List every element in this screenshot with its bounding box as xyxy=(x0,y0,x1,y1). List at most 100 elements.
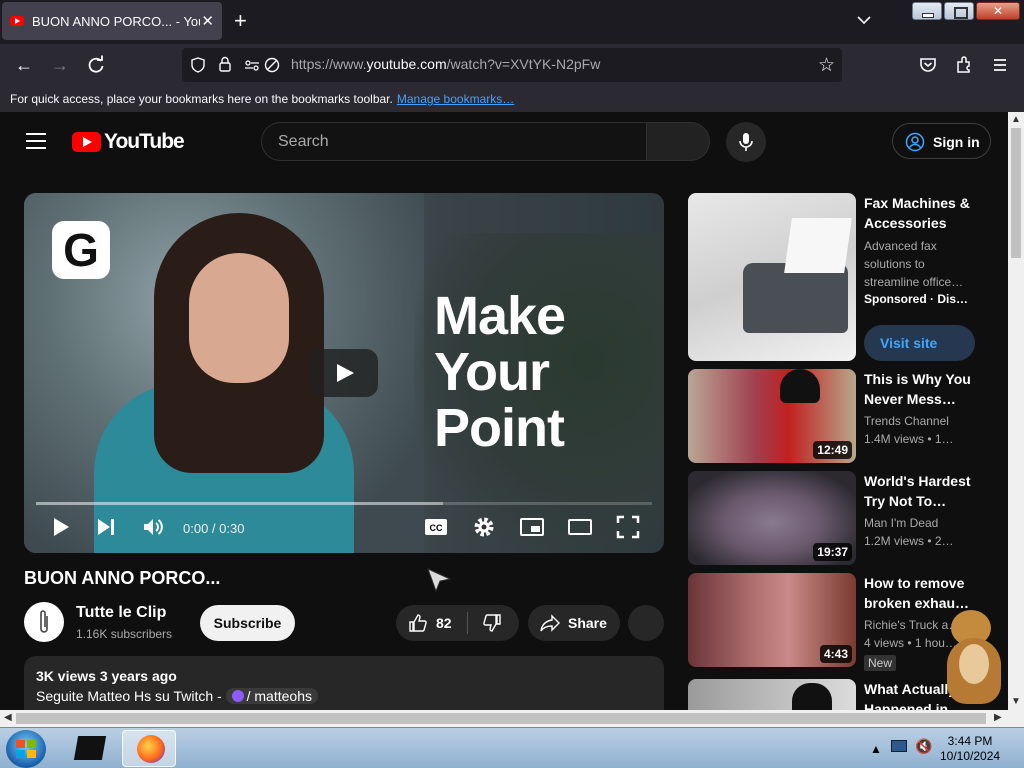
microphone-icon xyxy=(739,133,753,151)
new-tab-button[interactable]: + xyxy=(234,10,247,32)
close-window-button[interactable] xyxy=(976,2,1020,20)
url-text[interactable]: https://www.youtube.com/watch?v=XVtYK-N2… xyxy=(291,56,600,72)
fax-paper-image xyxy=(784,218,852,273)
tab-youtube[interactable]: BUON ANNO PORCO... - YouTube ✕ xyxy=(2,2,222,40)
ad-scene-person-face xyxy=(189,253,289,383)
closed-captions-icon[interactable]: CC xyxy=(424,515,448,539)
description-box[interactable]: 3K views 3 years ago Seguite Matteo Hs s… xyxy=(24,656,664,710)
twitch-link[interactable]: / matteohs xyxy=(225,688,318,704)
search-input[interactable]: Search xyxy=(261,122,647,161)
ad-sponsored-label: Sponsored · Dis… xyxy=(864,292,982,306)
view-count-and-date: 3K views 3 years ago xyxy=(36,668,177,684)
theater-mode-icon[interactable] xyxy=(568,515,592,539)
fax-machine-image xyxy=(743,263,848,333)
share-button[interactable]: Share xyxy=(528,605,620,641)
start-button[interactable] xyxy=(6,730,46,768)
more-actions-button[interactable] xyxy=(628,605,664,641)
close-tab-icon[interactable]: ✕ xyxy=(201,12,214,30)
video-duration: 4:43 xyxy=(819,645,852,663)
youtube-page: YouTube Search Sign in Make Your Point 0… xyxy=(0,112,1008,710)
youtube-play-logo-icon xyxy=(72,132,101,152)
play-icon[interactable] xyxy=(48,515,72,539)
paperclip-icon xyxy=(40,610,48,633)
url-prefix: https://www. xyxy=(291,56,367,72)
video-duration: 19:37 xyxy=(813,543,852,561)
address-bar[interactable]: https://www.youtube.com/watch?v=XVtYK-N2… xyxy=(182,48,842,82)
fax-ad-thumbnail[interactable] xyxy=(688,193,856,361)
miniplayer-icon[interactable] xyxy=(520,515,544,539)
volume-tray-icon[interactable]: 🔇 xyxy=(915,738,932,755)
video-thumbnail[interactable]: 4:43 xyxy=(688,573,856,667)
subscribe-button[interactable]: Subscribe xyxy=(200,605,295,641)
settings-gear-icon[interactable] xyxy=(472,515,496,539)
video-title-link[interactable]: How to remove broken exhau… xyxy=(864,573,982,613)
like-count[interactable]: 82 xyxy=(436,615,452,631)
channel-name[interactable]: Man I'm Dead xyxy=(864,516,982,530)
minimize-button[interactable] xyxy=(912,2,942,20)
maximize-button[interactable] xyxy=(944,2,974,20)
visit-site-button[interactable]: Visit site xyxy=(864,325,975,361)
extensions-icon[interactable] xyxy=(954,55,974,75)
scroll-up-arrow-icon[interactable]: ▲ xyxy=(1011,114,1021,125)
reload-icon[interactable] xyxy=(86,55,106,75)
ad-title[interactable]: Fax Machines & Accessories xyxy=(864,193,982,233)
voice-search-button[interactable] xyxy=(726,122,766,162)
taskbar-clock[interactable]: 3:44 PM 10/10/2024 xyxy=(940,734,1000,764)
forward-arrow-icon[interactable]: → xyxy=(50,55,70,75)
search-button[interactable] xyxy=(646,122,710,161)
shield-icon[interactable] xyxy=(190,57,206,73)
scroll-down-arrow-icon[interactable]: ▼ xyxy=(1011,696,1021,707)
search-placeholder: Search xyxy=(278,133,329,150)
subscriber-count: 1.16K subscribers xyxy=(76,627,173,641)
lock-icon[interactable] xyxy=(218,56,232,73)
sign-in-label: Sign in xyxy=(933,134,980,150)
bookmark-star-icon[interactable]: ☆ xyxy=(818,54,835,77)
windows-logo-icon xyxy=(16,740,36,758)
back-arrow-icon[interactable]: ← xyxy=(14,55,34,75)
video-player[interactable]: Make Your Point 0:00 / 0:30 CC xyxy=(24,193,664,553)
youtube-logo[interactable]: YouTube xyxy=(72,130,185,154)
fullscreen-icon[interactable] xyxy=(616,515,640,539)
hamburger-menu-icon[interactable] xyxy=(990,55,1010,75)
account-icon xyxy=(905,132,925,152)
video-thumbnail[interactable]: 19:37 xyxy=(688,471,856,565)
permissions-icon[interactable] xyxy=(244,57,260,73)
taskbar-terminal[interactable] xyxy=(62,730,116,767)
clock-date: 10/10/2024 xyxy=(940,749,1001,763)
video-title-link[interactable]: World's Hardest Try Not To… xyxy=(864,471,982,511)
like-dislike-group: 82 xyxy=(396,605,519,641)
horizontal-scrollbar[interactable]: ◀ ▶ xyxy=(0,710,1024,727)
ad-sponsored-text: Sponsored · Dis… xyxy=(864,292,969,306)
video-stats: 1.4M views • 1… xyxy=(864,432,954,446)
scroll-right-arrow-icon[interactable]: ▶ xyxy=(994,712,1002,723)
network-icon[interactable] xyxy=(891,740,907,752)
scroll-left-arrow-icon[interactable]: ◀ xyxy=(4,712,12,723)
next-icon[interactable] xyxy=(94,515,118,539)
autoplay-blocked-icon[interactable] xyxy=(264,57,280,73)
channel-avatar[interactable] xyxy=(24,602,64,642)
bookmarks-toolbar: For quick access, place your bookmarks h… xyxy=(0,86,1024,112)
manage-bookmarks-link[interactable]: Manage bookmarks… xyxy=(397,92,514,106)
show-hidden-icons-icon[interactable]: ▲ xyxy=(870,742,882,756)
dislike-icon[interactable] xyxy=(482,613,502,633)
taskbar-firefox[interactable] xyxy=(122,730,176,767)
progress-bar[interactable] xyxy=(36,502,652,505)
video-thumbnail[interactable]: 12:49 xyxy=(688,369,856,463)
video-thumbnail[interactable] xyxy=(688,679,856,710)
youtube-wordmark: YouTube xyxy=(104,130,185,153)
like-icon[interactable] xyxy=(408,613,428,633)
vertical-scrollbar[interactable]: ▲ ▼ xyxy=(1008,112,1024,710)
vertical-scroll-thumb[interactable] xyxy=(1011,128,1021,258)
windows-taskbar: ▲ 🔇 3:44 PM 10/10/2024 xyxy=(0,727,1024,768)
ad-description: Advanced fax solutions to streamline off… xyxy=(864,239,964,289)
pocket-icon[interactable] xyxy=(918,55,938,75)
guide-menu-icon[interactable] xyxy=(26,133,46,149)
sign-in-button[interactable]: Sign in xyxy=(892,123,991,159)
chevron-down-icon[interactable] xyxy=(856,12,872,28)
video-title-link[interactable]: This is Why You Never Mess… xyxy=(864,369,982,409)
channel-name[interactable]: Trends Channel xyxy=(864,414,982,428)
horizontal-scroll-thumb[interactable] xyxy=(16,713,986,724)
volume-icon[interactable] xyxy=(141,515,165,539)
channel-name[interactable]: Tutte le Clip xyxy=(76,604,166,622)
large-play-button[interactable] xyxy=(310,349,378,397)
